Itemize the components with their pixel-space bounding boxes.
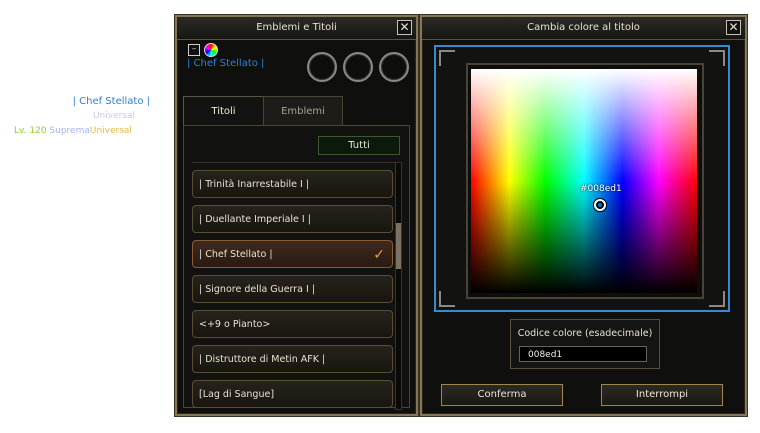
minimize-button[interactable]: – [188, 44, 200, 56]
corner-ornament-icon [439, 291, 455, 307]
title-row[interactable]: | Distruttore di Metin AFK | [192, 345, 393, 373]
checkmark-icon: ✓ [373, 247, 385, 263]
spectrum-border: #008ed1 [466, 63, 704, 299]
tab-titoli[interactable]: Titoli [183, 96, 264, 126]
hex-code-panel: Codice colore (esadecimale) 008ed1 [510, 319, 660, 369]
nameplate-level: Lv. 120 [14, 126, 47, 136]
titles-panel: Tutti | Trinità Inarrestabile I | | Duel… [183, 125, 410, 410]
filter-dropdown[interactable]: Tutti [318, 136, 400, 155]
close-icon[interactable]: ✕ [397, 20, 412, 35]
color-picker-window: Cambia colore al titolo ✕ #008ed1 Codice… [420, 15, 747, 416]
emblem-slot-3[interactable] [379, 52, 409, 82]
emblems-titles-window: Emblemi e Titoli ✕ – | Chef Stellato | T… [175, 15, 418, 416]
nameplate-info: Lv. 120 SupremaUniversal [14, 126, 132, 136]
title-row[interactable]: | Duellante Imperiale I | [192, 205, 393, 233]
nameplate-empire: Universal [89, 126, 132, 136]
nameplate-title: | Chef Stellato | [72, 96, 150, 107]
scrollbar-thumb[interactable] [396, 223, 401, 269]
titles-scrollbar[interactable] [395, 162, 402, 410]
close-icon[interactable]: ✕ [726, 20, 741, 35]
picker-titlebar[interactable]: Cambia colore al titolo ✕ [422, 17, 745, 40]
cursor-hex-label: #008ed1 [580, 184, 622, 194]
color-picker-frame: #008ed1 [434, 45, 730, 312]
title-row-label: | Chef Stellato | [199, 249, 273, 260]
hex-code-input[interactable]: 008ed1 [519, 346, 647, 362]
titles-list: | Trinità Inarrestabile I | | Duellante … [192, 162, 395, 409]
color-spectrum[interactable]: #008ed1 [471, 69, 697, 293]
corner-ornament-icon [709, 50, 725, 66]
emblem-slot-2[interactable] [343, 52, 373, 82]
title-row[interactable]: | Trinità Inarrestabile I | [192, 170, 393, 198]
cancel-button[interactable]: Interrompi [601, 384, 723, 406]
title-row[interactable]: <+9 o Pianto> [192, 310, 393, 338]
current-title-preview: | Chef Stellato | [187, 58, 265, 69]
title-row[interactable]: [Lag di Sangue] [192, 380, 393, 408]
nameplate-rank: Suprema [49, 126, 90, 136]
hex-code-label: Codice colore (esadecimale) [517, 328, 653, 339]
picker-window-title: Cambia colore al titolo [527, 22, 640, 33]
tab-emblemi[interactable]: Emblemi [263, 96, 343, 127]
emblem-slot-1[interactable] [307, 52, 337, 82]
emblems-titlebar[interactable]: Emblemi e Titoli ✕ [177, 17, 416, 40]
title-row-selected[interactable]: | Chef Stellato | ✓ [192, 240, 393, 268]
emblems-window-title: Emblemi e Titoli [256, 22, 337, 33]
corner-ornament-icon [709, 291, 725, 307]
nameplate-guild: Universal [92, 111, 135, 121]
color-wheel-icon[interactable] [204, 43, 218, 57]
color-cursor-icon[interactable] [594, 199, 606, 211]
title-row[interactable]: | Signore della Guerra I | [192, 275, 393, 303]
corner-ornament-icon [439, 50, 455, 66]
confirm-button[interactable]: Conferma [441, 384, 563, 406]
